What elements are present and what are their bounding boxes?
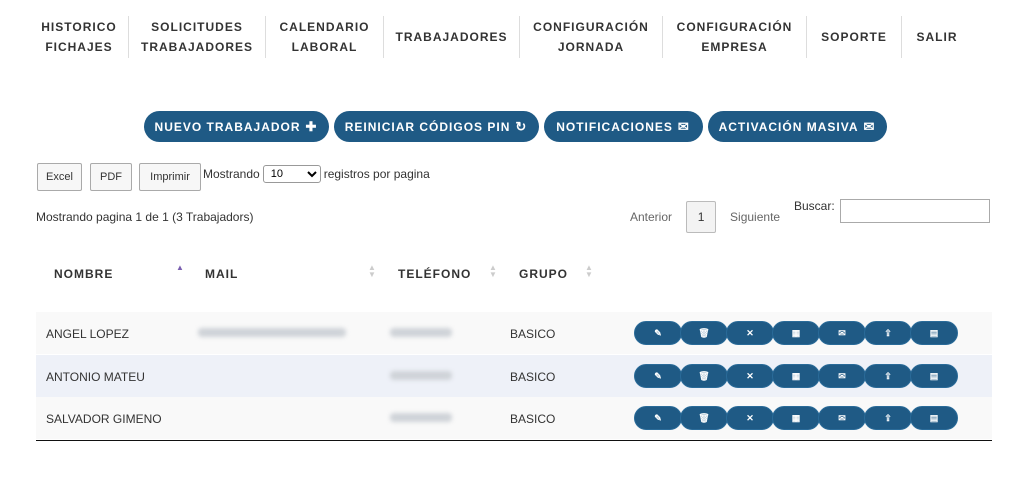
nav-label: SOPORTE — [821, 30, 887, 44]
sort-icon: ▲ ▼ — [368, 263, 377, 279]
nav-label: EMPRESA — [701, 40, 768, 54]
mail-redacted — [198, 328, 346, 337]
print-button[interactable]: Imprimir — [139, 163, 201, 191]
button-label: NOTIFICACIONES — [556, 119, 673, 134]
nav-configuracion-empresa[interactable]: CONFIGURACIÓN EMPRESA — [663, 16, 807, 58]
envelope-icon[interactable]: ✉ — [818, 364, 866, 388]
page-length-suffix: registros por pagina — [323, 167, 430, 181]
worker-group: BASICO — [510, 412, 556, 426]
nav-label: JORNADA — [557, 40, 625, 54]
nav-label: SALIR — [916, 30, 958, 44]
table-row: ANTONIO MATEU BASICO ✎ 🗑 ✕ ▦ ✉ ⇪ ▤ — [36, 355, 992, 397]
nav-label: TRABAJADORES — [140, 40, 253, 54]
worker-group: BASICO — [510, 370, 556, 384]
column-header-grupo[interactable]: GRUPO — [519, 267, 568, 281]
close-icon[interactable]: ✕ — [726, 364, 774, 388]
phone-redacted — [390, 328, 452, 337]
worker-group: BASICO — [510, 327, 556, 341]
nav-label: TRABAJADORES — [395, 30, 508, 44]
button-label: ACTIVACIÓN MASIVA — [718, 119, 859, 134]
pdf-button[interactable]: PDF — [90, 163, 132, 191]
table-icon[interactable]: ▤ — [910, 406, 958, 430]
edit-icon[interactable]: ✎ — [634, 321, 682, 345]
share-icon[interactable]: ⇪ — [864, 406, 912, 430]
prev-page-link[interactable]: Anterior — [630, 210, 672, 224]
nav-calendario-laboral[interactable]: CALENDARIO LABORAL — [266, 16, 384, 58]
sort-icon: ▲ ▼ — [489, 263, 498, 279]
row-actions: ✎ 🗑 ✕ ▦ ✉ ⇪ ▤ — [634, 364, 958, 388]
excel-button[interactable]: Excel — [37, 163, 82, 191]
share-icon[interactable]: ⇪ — [864, 321, 912, 345]
sort-icon: ▲ ▼ — [585, 263, 594, 279]
nav-soporte[interactable]: SOPORTE — [807, 16, 902, 58]
calendar-icon[interactable]: ▦ — [772, 406, 820, 430]
page-number-button[interactable]: 1 — [686, 201, 717, 233]
table-icon[interactable]: ▤ — [910, 364, 958, 388]
mass-activation-button[interactable]: ACTIVACIÓN MASIVA ✉ — [707, 111, 887, 142]
search-input[interactable] — [839, 199, 990, 223]
new-worker-button[interactable]: NUEVO TRABAJADOR ✚ — [143, 111, 329, 142]
close-icon[interactable]: ✕ — [726, 406, 774, 430]
plus-icon: ✚ — [305, 118, 318, 134]
button-label: NUEVO TRABAJADOR — [154, 119, 301, 134]
table-bottom-border — [36, 440, 992, 441]
edit-icon[interactable]: ✎ — [634, 364, 682, 388]
nav-label: HISTORICO — [41, 20, 117, 34]
phone-redacted — [390, 371, 452, 380]
nav-label: SOLICITUDES — [151, 20, 243, 34]
row-actions: ✎ 🗑 ✕ ▦ ✉ ⇪ ▤ — [634, 406, 958, 430]
nav-label: CONFIGURACIÓN — [676, 20, 793, 34]
top-nav: HISTORICO FICHAJES SOLICITUDES TRABAJADORE… — [30, 14, 972, 60]
column-header-telefono[interactable]: TELÉFONO — [398, 267, 471, 281]
nav-label: LABORAL — [291, 40, 358, 54]
envelope-icon[interactable]: ✉ — [818, 321, 866, 345]
page-length-prefix: Mostrando — [203, 167, 260, 181]
close-icon[interactable]: ✕ — [726, 321, 774, 345]
nav-solicitudes-trabajadores[interactable]: SOLICITUDES TRABAJADORES — [129, 16, 266, 58]
row-actions: ✎ 🗑 ✕ ▦ ✉ ⇪ ▤ — [634, 321, 958, 345]
calendar-icon[interactable]: ▦ — [772, 364, 820, 388]
table-icon[interactable]: ▤ — [910, 321, 958, 345]
edit-icon[interactable]: ✎ — [634, 406, 682, 430]
table-info: Mostrando pagina 1 de 1 (3 Trabajadors) — [36, 210, 254, 224]
page-length-select[interactable]: 10 — [262, 165, 321, 183]
notifications-button[interactable]: NOTIFICACIONES ✉ — [543, 111, 703, 142]
search-box: Buscar: — [794, 199, 990, 223]
action-bar: NUEVO TRABAJADOR ✚ REINICIAR CÓDIGOS PIN… — [0, 111, 1024, 142]
envelope-icon[interactable]: ✉ — [818, 406, 866, 430]
refresh-icon: ↻ — [515, 118, 528, 134]
envelope-icon: ✉ — [677, 118, 690, 134]
table-row: SALVADOR GIMENO BASICO ✎ 🗑 ✕ ▦ ✉ ⇪ ▤ — [36, 397, 992, 439]
worker-name: ANTONIO MATEU — [46, 370, 145, 384]
worker-name: SALVADOR GIMENO — [46, 412, 162, 426]
nav-trabajadores[interactable]: TRABAJADORES — [384, 16, 520, 58]
column-header-mail[interactable]: MAIL — [205, 267, 238, 281]
calendar-icon[interactable]: ▦ — [772, 321, 820, 345]
nav-label: CALENDARIO — [279, 20, 370, 34]
table-header: NOMBRE ▲ MAIL ▲ ▼ TELÉFONO ▲ ▼ GRUPO ▲ ▼ — [36, 254, 992, 294]
next-page-link[interactable]: Siguiente — [730, 210, 780, 224]
nav-configuracion-jornada[interactable]: CONFIGURACIÓN JORNADA — [520, 16, 663, 58]
envelope-icon: ✉ — [863, 118, 876, 134]
search-label: Buscar: — [794, 199, 835, 213]
button-label: REINICIAR CÓDIGOS PIN — [344, 119, 511, 134]
trash-icon[interactable]: 🗑 — [680, 321, 728, 345]
pagination: Anterior 1 Siguiente — [630, 201, 780, 233]
nav-label: CONFIGURACIÓN — [533, 20, 649, 34]
table-row: ANGEL LOPEZ BASICO ✎ 🗑 ✕ ▦ ✉ ⇪ ▤ — [36, 312, 992, 354]
sort-asc-icon: ▲ — [176, 263, 185, 272]
share-icon[interactable]: ⇪ — [864, 364, 912, 388]
nav-salir[interactable]: SALIR — [902, 16, 972, 58]
trash-icon[interactable]: 🗑 — [680, 364, 728, 388]
worker-name: ANGEL LOPEZ — [46, 327, 129, 341]
nav-historico-fichajes[interactable]: HISTORICO FICHAJES — [30, 16, 129, 58]
reset-pin-button[interactable]: REINICIAR CÓDIGOS PIN ↻ — [333, 111, 539, 142]
phone-redacted — [390, 413, 452, 422]
trash-icon[interactable]: 🗑 — [680, 406, 728, 430]
nav-label: FICHAJES — [45, 40, 113, 54]
page-length: Mostrando 10 registros por pagina — [203, 165, 430, 183]
column-header-nombre[interactable]: NOMBRE — [54, 267, 113, 281]
